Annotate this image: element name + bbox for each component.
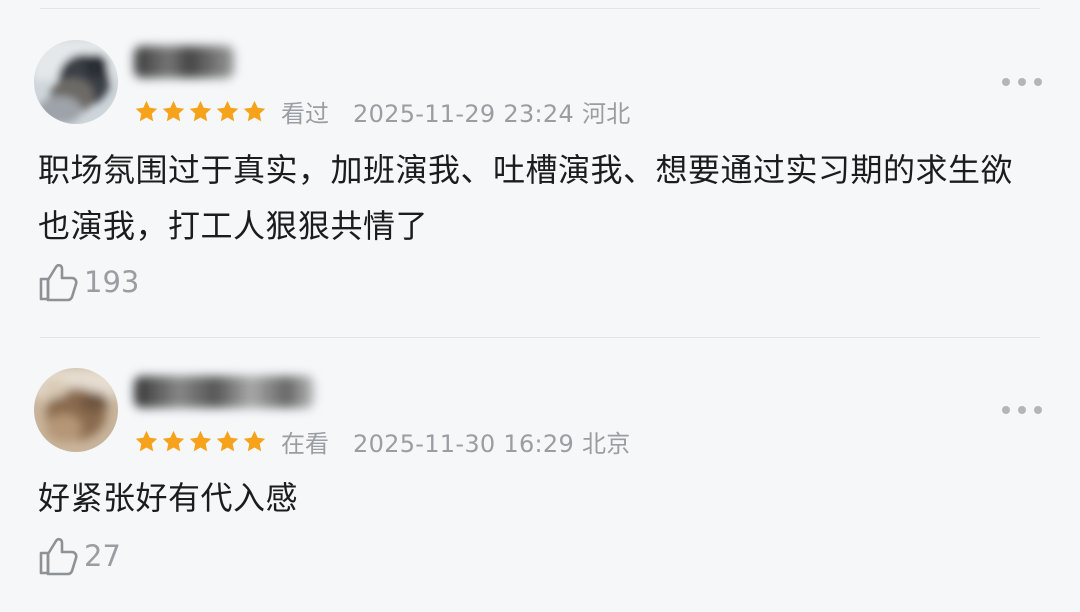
star-icon — [216, 430, 239, 451]
username[interactable] — [134, 376, 314, 408]
like-button[interactable]: 193 — [38, 260, 139, 304]
more-button[interactable] — [1002, 400, 1042, 420]
thumbs-up-icon — [39, 537, 78, 576]
star-icon — [243, 430, 266, 451]
watch-status: 看过 — [281, 99, 329, 128]
divider — [40, 337, 1040, 338]
star-icon — [135, 430, 158, 451]
avatar[interactable] — [34, 40, 118, 124]
like-button[interactable]: 27 — [38, 534, 121, 578]
star-icon — [216, 100, 239, 121]
star-icon — [135, 100, 158, 121]
more-button[interactable] — [1002, 72, 1042, 92]
more-dots-icon — [1002, 406, 1010, 414]
avatar[interactable] — [34, 368, 118, 452]
like-count: 193 — [84, 265, 140, 299]
rating-stars — [134, 429, 267, 454]
divider — [40, 8, 1040, 9]
star-icon — [162, 100, 185, 121]
comment-time-location: 2025-11-30 16:29 北京 — [353, 429, 631, 458]
like-count: 27 — [84, 539, 121, 573]
star-icon — [189, 100, 212, 121]
more-dots-icon — [1002, 78, 1010, 86]
star-icon — [189, 430, 212, 451]
star-icon — [243, 100, 266, 121]
star-icon — [162, 430, 185, 451]
comment-time-location: 2025-11-29 23:24 河北 — [353, 99, 631, 128]
meta-row: 在看 2025-11-30 16:29 北京 — [134, 424, 631, 458]
username[interactable] — [134, 46, 234, 78]
watch-status: 在看 — [281, 429, 329, 458]
comment-text: 好紧张好有代入感 — [38, 479, 299, 517]
comment-text: 职场氛围过于真实，加班演我、吐槽演我、想要通过实习期的求生欲也演我，打工人狠狠共… — [38, 151, 1014, 245]
comment-list: 看过 2025-11-29 23:24 河北 职场氛围过于真实，加班演我、吐槽演… — [0, 0, 1080, 612]
meta-row: 看过 2025-11-29 23:24 河北 — [134, 94, 631, 128]
rating-stars — [134, 99, 267, 124]
thumbs-up-icon — [39, 263, 78, 302]
